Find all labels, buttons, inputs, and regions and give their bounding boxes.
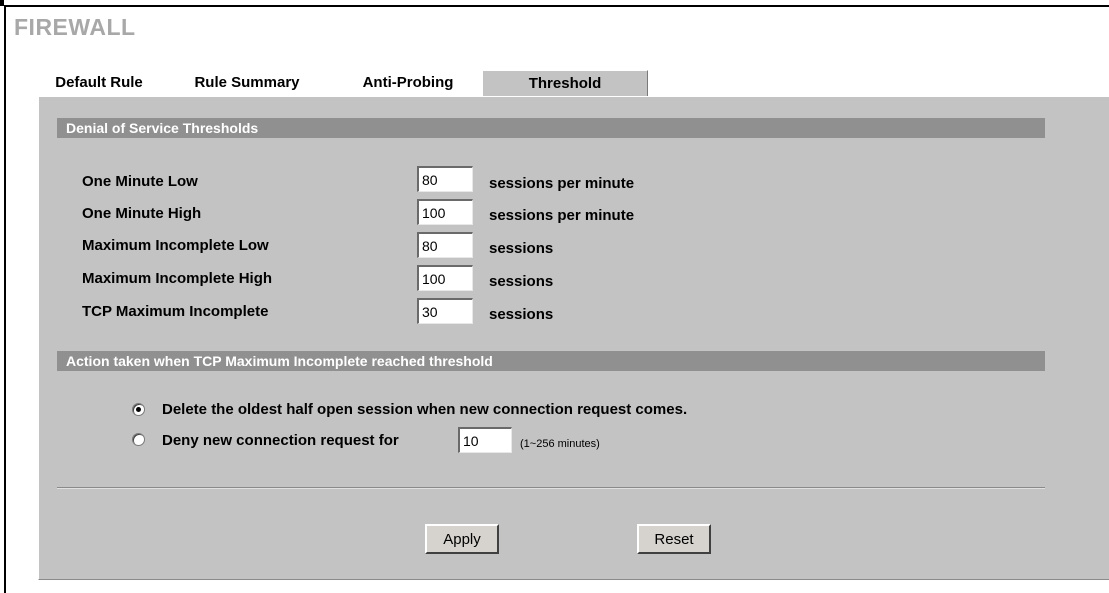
one-minute-low-unit: sessions per minute: [489, 175, 635, 192]
tcp-max-incomplete-label: TCP Maximum Incomplete: [82, 303, 269, 320]
threshold-panel: [38, 96, 1109, 580]
frame-left-border: [4, 5, 6, 593]
tab-anti-probing[interactable]: Anti-Probing: [334, 70, 482, 96]
max-incomplete-high-input[interactable]: [417, 265, 473, 291]
max-incomplete-high-unit: sessions: [489, 273, 554, 290]
tab-threshold[interactable]: Threshold: [482, 70, 648, 96]
deny-minutes-input[interactable]: [458, 427, 512, 453]
section-divider: [57, 487, 1045, 489]
frame-top-border: [4, 5, 1109, 7]
one-minute-high-label: One Minute High: [82, 205, 202, 222]
tab-default-rule[interactable]: Default Rule: [38, 70, 160, 96]
deny-new-label: Deny new connection request for: [162, 432, 399, 449]
max-incomplete-low-unit: sessions: [489, 240, 554, 257]
max-incomplete-low-label: Maximum Incomplete Low: [82, 237, 269, 254]
page-title: FIREWALL: [14, 14, 136, 40]
delete-oldest-radio[interactable]: [132, 403, 145, 416]
one-minute-low-input[interactable]: [417, 166, 473, 192]
delete-oldest-label: Delete the oldest half open session when…: [162, 401, 688, 418]
action-section-header: Action taken when TCP Maximum Incomplete…: [57, 351, 1045, 371]
tab-rule-summary[interactable]: Rule Summary: [160, 70, 334, 96]
tcp-max-incomplete-input[interactable]: [417, 298, 473, 324]
apply-button[interactable]: Apply: [425, 524, 499, 554]
tcp-max-incomplete-unit: sessions: [489, 306, 554, 323]
one-minute-low-label: One Minute Low: [82, 173, 198, 190]
one-minute-high-input[interactable]: [417, 199, 473, 225]
radio-selected-dot: [136, 407, 141, 412]
deny-minutes-hint: (1~256 minutes): [520, 438, 600, 450]
one-minute-high-unit: sessions per minute: [489, 207, 635, 224]
max-incomplete-high-label: Maximum Incomplete High: [82, 270, 273, 287]
reset-button[interactable]: Reset: [637, 524, 711, 554]
max-incomplete-low-input[interactable]: [417, 232, 473, 258]
tab-bar: Default Rule Rule Summary Anti-Probing T…: [38, 70, 648, 96]
deny-new-radio[interactable]: [132, 433, 145, 446]
dos-section-header: Denial of Service Thresholds: [57, 118, 1045, 138]
